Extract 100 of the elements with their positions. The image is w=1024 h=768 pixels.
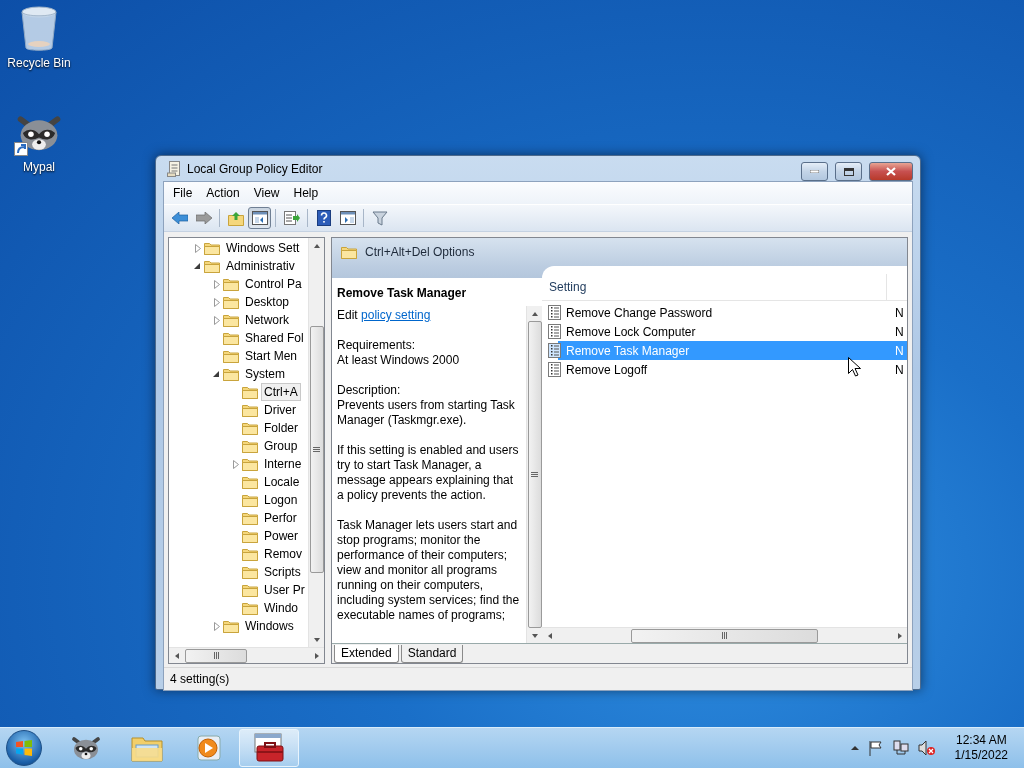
policy-setting-icon bbox=[548, 324, 561, 339]
desktop-icon-label[interactable]: Recycle Bin bbox=[7, 56, 71, 70]
tray-expand-icon[interactable] bbox=[850, 745, 859, 751]
scroll-grip-icon bbox=[212, 652, 220, 659]
setting-name: Remove Change Password bbox=[565, 305, 713, 320]
tree-item[interactable]: User Pr bbox=[261, 581, 308, 599]
setting-title: Remove Task Manager bbox=[336, 285, 468, 302]
menu-item[interactable]: Action bbox=[199, 184, 247, 202]
column-header[interactable]: Setting bbox=[542, 274, 887, 300]
folder-icon bbox=[242, 583, 258, 597]
section-heading: Requirements: bbox=[337, 338, 417, 353]
tree-item[interactable]: Remov bbox=[261, 545, 305, 563]
close-icon bbox=[886, 167, 896, 176]
tree-item[interactable]: Network bbox=[242, 311, 292, 329]
policy-setting-icon bbox=[548, 362, 561, 377]
folder-icon bbox=[242, 547, 258, 561]
view-tab[interactable]: Standard bbox=[400, 645, 464, 663]
description-text: Prevents users from starting Task Manager (Taskmgr.exe). bbox=[337, 398, 516, 428]
tree-item[interactable]: Scripts bbox=[261, 563, 304, 581]
minimize-icon bbox=[810, 170, 819, 173]
tree-item[interactable]: Desktop bbox=[242, 293, 293, 311]
view-tab[interactable]: Extended bbox=[334, 645, 399, 663]
tree-item[interactable]: Windo bbox=[261, 599, 301, 617]
folder-icon bbox=[242, 493, 258, 507]
edit-text: Edit bbox=[337, 308, 358, 322]
scroll-down-arrow-icon[interactable] bbox=[312, 635, 321, 644]
expanded-arrow-icon[interactable] bbox=[194, 262, 201, 270]
tree-item[interactable]: Logon bbox=[261, 491, 301, 509]
folder-icon bbox=[204, 259, 220, 273]
tree-item[interactable]: Shared Fol bbox=[242, 329, 307, 347]
scroll-right-arrow-icon[interactable] bbox=[895, 631, 904, 640]
tree-item[interactable]: Start Men bbox=[242, 347, 301, 365]
scroll-grip-icon bbox=[721, 632, 728, 639]
tree-item[interactable]: Windows bbox=[242, 617, 297, 635]
menu-item[interactable]: File bbox=[166, 184, 200, 202]
clock-time[interactable]: 12:34 AM bbox=[955, 733, 1007, 748]
folder-icon bbox=[223, 313, 239, 327]
folder-icon bbox=[242, 421, 258, 435]
setting-name: Remove Task Manager bbox=[565, 343, 690, 358]
start-button[interactable] bbox=[6, 730, 42, 766]
folder-icon bbox=[242, 385, 258, 399]
scrollbar-thumb[interactable] bbox=[309, 326, 324, 574]
clock-date[interactable]: 1/15/2022 bbox=[954, 748, 1008, 763]
scroll-down-arrow-icon[interactable] bbox=[530, 631, 539, 640]
desktop-icon-label[interactable]: Mypal bbox=[23, 160, 55, 174]
policy-setting-link[interactable]: policy setting bbox=[361, 308, 431, 322]
tree-item[interactable]: Ctrl+A bbox=[261, 383, 301, 401]
toolbar-button[interactable] bbox=[248, 207, 271, 229]
menu-item[interactable]: Help bbox=[286, 184, 326, 202]
tree-item[interactable]: Locale bbox=[261, 473, 303, 491]
minimize-button[interactable] bbox=[801, 162, 828, 181]
tree-item[interactable]: Power bbox=[261, 527, 301, 545]
collapsed-arrow-icon[interactable] bbox=[213, 621, 220, 631]
horizontal-scrollbar[interactable] bbox=[542, 627, 907, 643]
speaker-muted-icon[interactable] bbox=[917, 740, 936, 756]
expanded-arrow-icon[interactable] bbox=[213, 370, 220, 378]
tree-item[interactable]: System bbox=[242, 365, 288, 383]
tree-item[interactable]: Driver bbox=[261, 401, 299, 419]
tree-item[interactable]: Folder bbox=[261, 419, 301, 437]
folder-icon bbox=[242, 529, 258, 543]
taskbar-button[interactable] bbox=[239, 729, 299, 767]
shortcut-arrow-icon bbox=[14, 142, 28, 156]
tree-item[interactable]: Interne bbox=[261, 455, 305, 473]
section-heading: Description: bbox=[337, 383, 402, 398]
scrollbar-thumb[interactable] bbox=[185, 648, 248, 663]
tree-item[interactable]: Windows Sett bbox=[223, 239, 303, 257]
tree-item[interactable]: Group bbox=[261, 437, 301, 455]
scrollbar-thumb[interactable] bbox=[631, 628, 818, 643]
folder-icon bbox=[242, 511, 258, 525]
tree-item[interactable]: Administrativ bbox=[223, 257, 298, 275]
folder-icon bbox=[242, 565, 258, 579]
filter-icon bbox=[371, 210, 388, 226]
menu-item[interactable]: View bbox=[246, 184, 287, 202]
setting-row[interactable]: Remove Logoff N bbox=[542, 360, 907, 379]
scroll-grip-icon bbox=[313, 446, 320, 454]
folder-up-icon bbox=[227, 210, 244, 226]
setting-row[interactable]: Remove Change Password N bbox=[542, 303, 907, 322]
horizontal-scrollbar[interactable] bbox=[169, 647, 324, 663]
collapsed-arrow-icon[interactable] bbox=[213, 315, 220, 325]
vertical-scrollbar[interactable] bbox=[308, 238, 324, 647]
export-list-icon bbox=[283, 211, 300, 225]
network-icon[interactable] bbox=[892, 740, 909, 756]
policy-setting-icon bbox=[548, 305, 561, 320]
collapsed-arrow-icon[interactable] bbox=[213, 297, 220, 307]
maximize-button[interactable] bbox=[835, 162, 862, 181]
close-button[interactable] bbox=[869, 162, 913, 181]
folder-icon bbox=[223, 277, 239, 291]
console-tree-icon bbox=[251, 211, 268, 225]
setting-row[interactable]: Remove Lock Computer N bbox=[542, 322, 907, 341]
tree-item[interactable]: Control Pa bbox=[242, 275, 305, 293]
mouse-pointer-icon bbox=[848, 357, 861, 377]
collapsed-arrow-icon[interactable] bbox=[194, 243, 201, 253]
setting-name: Remove Logoff bbox=[565, 362, 648, 377]
flag-icon[interactable] bbox=[867, 740, 884, 756]
scroll-right-arrow-icon[interactable] bbox=[312, 651, 321, 660]
collapsed-arrow-icon[interactable] bbox=[213, 279, 220, 289]
recycle-bin-icon[interactable] bbox=[20, 6, 58, 52]
tree-item[interactable]: Perfor bbox=[261, 509, 300, 527]
policy-setting-icon bbox=[548, 343, 561, 358]
collapsed-arrow-icon[interactable] bbox=[232, 459, 239, 469]
